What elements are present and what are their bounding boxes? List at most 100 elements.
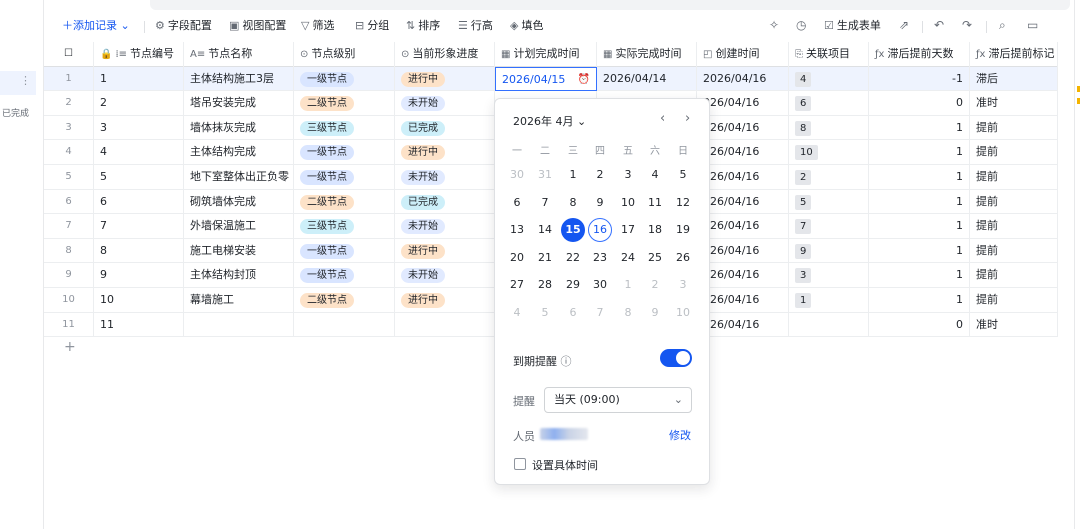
progress-status-cell[interactable]: 未开始 xyxy=(395,165,495,190)
progress-status-cell[interactable]: 进行中 xyxy=(395,66,495,92)
calendar-day[interactable]: 15 xyxy=(561,218,585,242)
node-name-cell[interactable]: 幕墙施工 xyxy=(184,288,294,313)
reminder-toggle[interactable] xyxy=(660,349,692,367)
calendar-day[interactable]: 22 xyxy=(561,246,585,270)
node-id-cell[interactable]: 4 xyxy=(94,140,184,165)
calendar-day[interactable]: 2 xyxy=(588,163,612,187)
history-icon[interactable]: ◷ xyxy=(796,18,806,32)
related-project-cell[interactable]: 8 xyxy=(789,115,869,141)
remind-select[interactable]: 当天 (09:00) ⌄ xyxy=(544,387,692,413)
sort-button[interactable]: ⇅ 排序 xyxy=(406,18,440,34)
node-id-cell[interactable]: 3 xyxy=(94,115,184,141)
progress-status-cell[interactable]: 进行中 xyxy=(395,288,495,313)
column-header[interactable]: ƒx 滞后提前标记 xyxy=(970,42,1058,67)
progress-status-cell[interactable]: 未开始 xyxy=(395,91,495,116)
related-project-cell[interactable] xyxy=(789,312,869,338)
calendar-day[interactable]: 4 xyxy=(505,301,529,325)
node-name-cell[interactable]: 主体结构施工3层 xyxy=(184,66,294,92)
select-all-checkbox[interactable]: ☐ xyxy=(44,42,94,67)
progress-status-cell[interactable]: 未开始 xyxy=(395,214,495,239)
created-time-cell[interactable]: 026/04/16 xyxy=(697,115,789,141)
delay-days-cell[interactable]: 1 xyxy=(869,189,970,215)
calendar-day[interactable]: 12 xyxy=(671,191,695,215)
related-project-cell[interactable]: 3 xyxy=(789,263,869,288)
group-button[interactable]: ⊟ 分组 xyxy=(355,18,389,34)
created-time-cell[interactable]: 026/04/16 xyxy=(697,214,789,239)
calendar-day[interactable]: 1 xyxy=(616,273,640,297)
column-header[interactable]: ◰ 创建时间 xyxy=(697,42,789,67)
node-id-cell[interactable]: 2 xyxy=(94,91,184,116)
progress-status-cell[interactable]: 进行中 xyxy=(395,238,495,264)
calendar-day[interactable]: 7 xyxy=(533,191,557,215)
column-header[interactable]: ⎘ 关联项目 xyxy=(789,42,869,67)
node-level-cell[interactable]: 一级节点 xyxy=(294,165,395,190)
delay-days-cell[interactable]: 1 xyxy=(869,214,970,239)
node-name-cell[interactable]: 塔吊安装完成 xyxy=(184,91,294,116)
calendar-day[interactable]: 19 xyxy=(671,218,695,242)
view-config-button[interactable]: ▣ 视图配置 xyxy=(229,18,286,34)
row-number[interactable]: 4 xyxy=(44,140,94,165)
node-level-cell[interactable]: 二级节点 xyxy=(294,189,395,215)
next-month-icon[interactable]: › xyxy=(685,111,690,126)
delay-mark-cell[interactable]: 提前 xyxy=(970,115,1058,141)
calendar-day[interactable]: 23 xyxy=(588,246,612,270)
related-project-cell[interactable]: 2 xyxy=(789,165,869,190)
delay-mark-cell[interactable]: 提前 xyxy=(970,263,1058,288)
calendar-day[interactable]: 30 xyxy=(505,163,529,187)
progress-status-cell[interactable]: 未开始 xyxy=(395,263,495,288)
delay-days-cell[interactable]: 0 xyxy=(869,91,970,116)
row-number[interactable]: 6 xyxy=(44,189,94,215)
related-project-cell[interactable]: 10 xyxy=(789,140,869,165)
calendar-day[interactable]: 3 xyxy=(671,273,695,297)
created-time-cell[interactable]: 026/04/16 xyxy=(697,189,789,215)
node-name-cell[interactable]: 墙体抹灰完成 xyxy=(184,115,294,141)
node-level-cell[interactable]: 一级节点 xyxy=(294,263,395,288)
calendar-day[interactable]: 10 xyxy=(616,191,640,215)
node-id-cell[interactable]: 8 xyxy=(94,238,184,264)
delay-mark-cell[interactable]: 提前 xyxy=(970,140,1058,165)
calendar-day[interactable]: 31 xyxy=(533,163,557,187)
calendar-day[interactable]: 13 xyxy=(505,218,529,242)
progress-status-cell[interactable]: 进行中 xyxy=(395,140,495,165)
calendar-day[interactable]: 14 xyxy=(533,218,557,242)
related-project-cell[interactable]: 9 xyxy=(789,238,869,264)
calendar-day[interactable]: 7 xyxy=(588,301,612,325)
plan-date-cell[interactable]: 2026/04/15 ⏰ xyxy=(495,66,597,92)
node-id-cell[interactable]: 7 xyxy=(94,214,184,239)
created-time-cell[interactable]: 026/04/16 xyxy=(697,140,789,165)
column-header[interactable]: ⊙ 节点级别 xyxy=(294,42,395,67)
node-level-cell[interactable] xyxy=(294,312,395,338)
calendar-day[interactable]: 16 xyxy=(588,218,612,242)
redo-icon[interactable]: ↷ xyxy=(962,18,972,32)
delay-days-cell[interactable]: 0 xyxy=(869,312,970,338)
related-project-cell[interactable]: 6 xyxy=(789,91,869,116)
calendar-day[interactable]: 18 xyxy=(643,218,667,242)
node-id-cell[interactable]: 5 xyxy=(94,165,184,190)
filter-button[interactable]: ▽ 筛选 xyxy=(301,18,334,34)
specific-time-checkbox[interactable] xyxy=(514,458,526,470)
field-config-button[interactable]: ⚙ 字段配置 xyxy=(155,18,212,34)
calendar-day[interactable]: 9 xyxy=(588,191,612,215)
row-number[interactable]: 9 xyxy=(44,263,94,288)
add-row-icon[interactable]: + xyxy=(64,339,76,355)
related-project-cell[interactable]: 5 xyxy=(789,189,869,215)
delay-days-cell[interactable]: 1 xyxy=(869,288,970,313)
calendar-day[interactable]: 5 xyxy=(671,163,695,187)
progress-status-cell[interactable]: 已完成 xyxy=(395,115,495,141)
related-project-cell[interactable]: 1 xyxy=(789,288,869,313)
progress-status-cell[interactable] xyxy=(395,312,495,338)
fill-color-button[interactable]: ◈ 填色 xyxy=(510,18,543,34)
node-level-cell[interactable]: 一级节点 xyxy=(294,140,395,165)
delay-days-cell[interactable]: 1 xyxy=(869,165,970,190)
row-number[interactable]: 3 xyxy=(44,115,94,141)
calendar-day[interactable]: 4 xyxy=(643,163,667,187)
node-name-cell[interactable]: 砌筑墙体完成 xyxy=(184,189,294,215)
column-header[interactable]: ▦ 实际完成时间 xyxy=(597,42,697,67)
row-number[interactable]: 1 xyxy=(44,66,94,92)
modify-link[interactable]: 修改 xyxy=(669,427,691,443)
calendar-day[interactable]: 17 xyxy=(616,218,640,242)
related-project-cell[interactable]: 7 xyxy=(789,214,869,239)
node-level-cell[interactable]: 一级节点 xyxy=(294,238,395,264)
add-record-button[interactable]: ＋添加记录 ⌄ xyxy=(62,18,130,34)
calendar-day[interactable]: 5 xyxy=(533,301,557,325)
